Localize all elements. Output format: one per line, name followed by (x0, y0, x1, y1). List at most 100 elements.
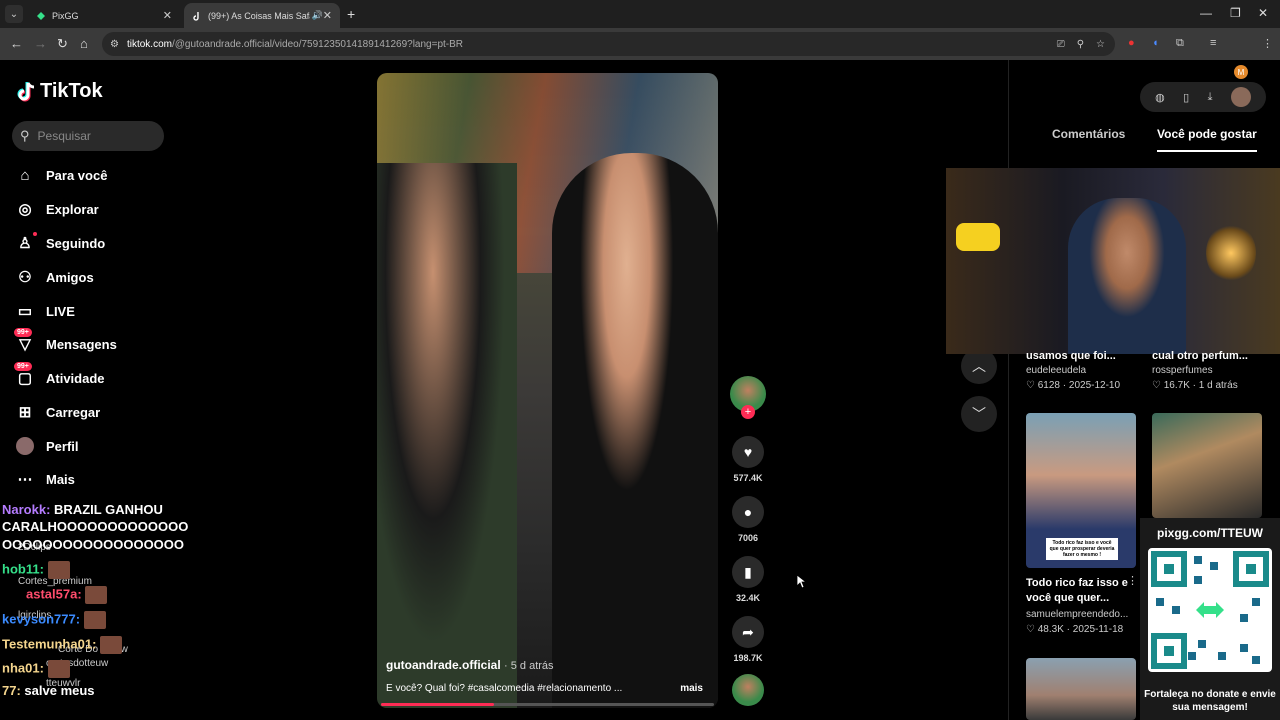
pixgg-favicon-icon (37, 11, 45, 20)
sidebar-item-carregar[interactable]: ⊞ Carregar (16, 403, 101, 421)
minimize-icon[interactable]: — (1200, 6, 1212, 20)
reload-icon[interactable]: ↻ (57, 36, 68, 52)
home-browser-icon[interactable]: ⌂ (80, 36, 88, 51)
chat-message: 77: salve meus (2, 683, 95, 698)
browser-tab-bar: ⌄ PixGG ✕ (99+) As Coisas Mais Safadas 🔊… (0, 0, 1280, 28)
like-button[interactable]: ♥ 577.4K (729, 436, 767, 483)
sidebar-item-seguindo[interactable]: ♙ Seguindo (16, 232, 106, 252)
back-icon[interactable]: ← (10, 36, 23, 51)
download-icon[interactable]: ⤓ (1208, 91, 1213, 104)
new-tab-button[interactable]: + (347, 6, 355, 22)
sidebar-item-perfil[interactable]: Perfil (16, 437, 79, 455)
comment-icon: ● (732, 496, 764, 528)
next-video-button[interactable]: ﹀ (961, 396, 997, 432)
save-count: 32.4K (735, 593, 761, 603)
user-avatar[interactable] (1230, 87, 1251, 107)
coins-icon[interactable]: ◍ (1155, 91, 1165, 104)
search-placeholder: Pesquisar (37, 129, 91, 143)
follow-plus-icon[interactable]: + (741, 405, 755, 419)
install-app-icon[interactable]: ⎚ (1057, 39, 1065, 50)
rec-item[interactable]: cual otro perfum... rossperfumes ♡ 16.7K… (1152, 350, 1262, 391)
site-info-icon[interactable]: ⚙ (110, 39, 119, 50)
rec-item[interactable]: usamos que foi... eudeleeudela ♡ 6128 · … (1026, 350, 1136, 391)
rec-author: rossperfumes (1152, 365, 1213, 376)
tab-search-button[interactable]: ⌄ (5, 5, 23, 23)
address-bar[interactable]: ⚙ tiktok.com/@gutoandrade.official/video… (102, 32, 1115, 56)
comment-count: 7006 (737, 533, 759, 543)
sidebar-item-amigos[interactable]: ⚇ Amigos (16, 268, 93, 286)
upload-icon: ⊞ (18, 404, 32, 421)
sound-disc-button[interactable] (729, 674, 767, 706)
extension-audio-icon[interactable]: ◖ (1152, 37, 1159, 49)
messages-icon: ▽ 99+ (14, 328, 34, 353)
rec-stats: ♡ 16.7K · 1 d atrás (1152, 380, 1238, 391)
sidebar-item-label: Mensagens (46, 336, 117, 352)
save-button[interactable]: ▮ 32.4K (729, 556, 767, 603)
panel-divider (1008, 60, 1009, 720)
rec-item[interactable]: Todo rico faz isso e você que quer... sa… (1026, 576, 1136, 635)
author-avatar: + (730, 376, 766, 419)
zoom-icon[interactable]: ⚲ (1077, 39, 1084, 50)
tab-voce-pode-gostar[interactable]: Você pode gostar (1157, 127, 1257, 152)
rec-thumbnail[interactable] (1152, 413, 1262, 518)
rec-author: samuelempreendedo... (1026, 609, 1129, 620)
tab-comentarios[interactable]: Comentários (1052, 127, 1125, 141)
close-window-icon[interactable]: ✕ (1258, 6, 1268, 20)
tiktok-logo[interactable]: TikTok (16, 80, 103, 103)
share-button[interactable]: ➦ 198.7K (729, 616, 767, 663)
profile-avatar[interactable]: M (1234, 65, 1248, 79)
forward-icon[interactable]: → (34, 36, 47, 51)
video-player[interactable]: gutoandrade.official · 5 d atrás E você?… (377, 73, 718, 708)
rec-thumbnail[interactable]: Todo rico faz isso e você que quer prosp… (1026, 413, 1136, 568)
sidebar-item-mensagens[interactable]: ▽ 99+ Mensagens (14, 328, 117, 353)
sidebar-item-label: Seguindo (46, 235, 106, 251)
bookmark-star-icon[interactable]: ☆ (1096, 39, 1105, 50)
browser-menu-icon[interactable]: ⋮ (1262, 37, 1273, 50)
chat-message: hob11: (2, 561, 70, 579)
device-icon[interactable]: ▯ (1183, 91, 1189, 104)
brand-name: TikTok (40, 80, 103, 102)
like-count: 577.4K (733, 473, 763, 483)
chat-message: OOOOOOOOOOOOOOOOOO (2, 537, 185, 552)
sidebar-item-explorar[interactable]: ◎ Explorar (16, 200, 98, 218)
activity-badge: 99+ (14, 362, 32, 371)
comment-button[interactable]: ● 7006 (729, 496, 767, 543)
sidebar-item-atividade[interactable]: ▢ 99+ Atividade (14, 362, 105, 387)
tab-tiktok[interactable]: (99+) As Coisas Mais Safadas 🔊 ✕ (184, 3, 340, 28)
restore-icon[interactable]: ❐ (1230, 6, 1241, 20)
sidebar-item-label: Para você (46, 167, 108, 183)
rec-thumbnail[interactable] (1026, 658, 1136, 720)
rec-options-icon[interactable]: ⋮ (1127, 574, 1138, 587)
heart-icon: ♥ (732, 436, 764, 468)
sidebar-item-mais[interactable]: ⋯ Mais (16, 470, 75, 488)
chat-emote-icon (85, 586, 108, 604)
search-input[interactable]: ⚲ Pesquisar (12, 121, 164, 151)
extensions-puzzle-icon[interactable]: ⧉ (1176, 37, 1184, 50)
media-control-icon[interactable]: ≡ (1210, 37, 1216, 49)
video-progress-bar[interactable] (381, 703, 714, 706)
video-author-link[interactable]: gutoandrade.official · 5 d atrás (386, 658, 554, 672)
caption-more-button[interactable]: mais (680, 683, 706, 694)
author-avatar-button[interactable]: + (729, 376, 767, 419)
messages-badge: 99+ (14, 328, 32, 337)
tiktok-logo-icon (17, 81, 35, 101)
extension-record-icon[interactable]: ● (1128, 37, 1135, 49)
close-tab-icon[interactable]: ✕ (163, 9, 172, 22)
sidebar-item-live[interactable]: ▭ LIVE (16, 302, 75, 320)
share-count: 198.7K (733, 653, 763, 663)
video-frame-person (552, 153, 718, 708)
webcam-lamp (1206, 223, 1256, 283)
live-icon: ▭ (17, 303, 33, 320)
tab-pixgg[interactable]: PixGG ✕ (28, 3, 180, 28)
chat-emote-icon (47, 561, 70, 579)
chat-emote-icon (83, 611, 106, 629)
heart-outline-icon: ♡ (1026, 380, 1038, 391)
friends-icon: ⚇ (18, 269, 32, 286)
close-tab-icon[interactable]: ✕ (323, 9, 332, 22)
audio-playing-icon[interactable]: 🔊 (312, 10, 323, 21)
chat-emote-icon (47, 660, 70, 678)
sidebar-item-para-voce[interactable]: ⌂ Para você (16, 166, 107, 184)
chat-message: nha01: (2, 660, 70, 678)
chat-message: Testemunha01: (2, 636, 123, 654)
search-icon: ⚲ (20, 128, 30, 143)
